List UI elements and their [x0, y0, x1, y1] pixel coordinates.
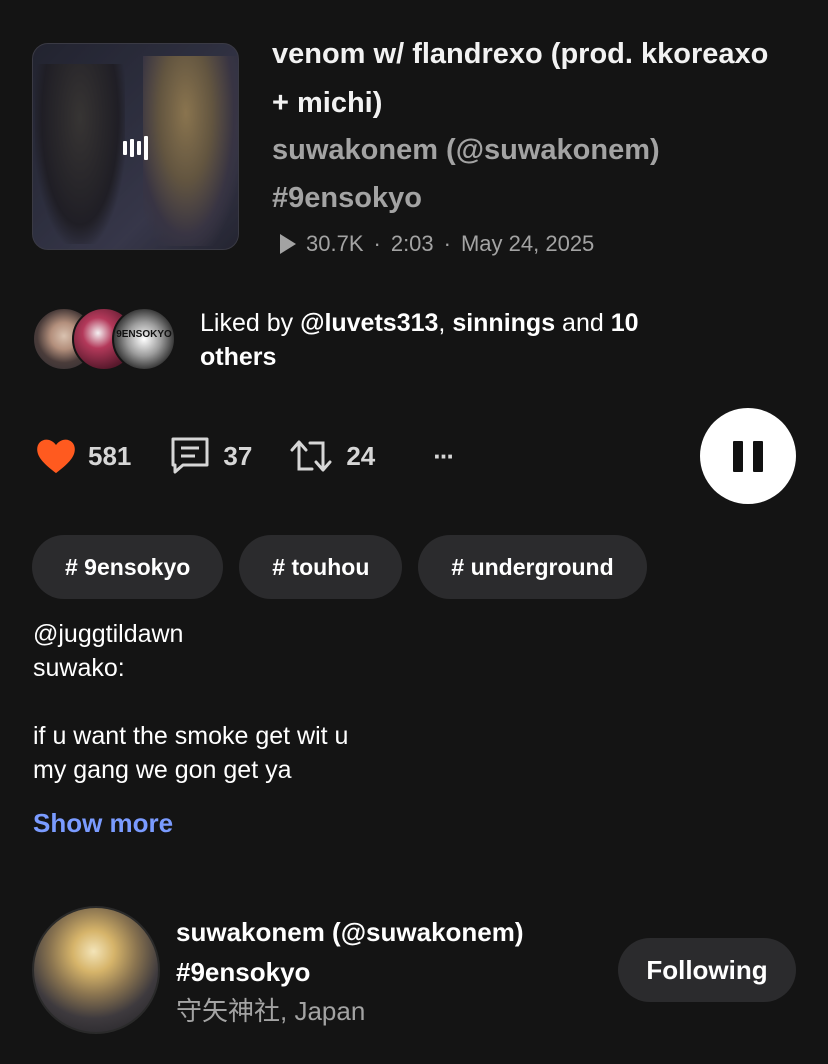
liked-by-comma: ,: [438, 309, 453, 337]
tag-list: # 9ensokyo # touhou # underground: [32, 535, 647, 599]
like-count: 581: [88, 440, 132, 471]
tag-chip-touhou[interactable]: # touhou: [239, 535, 403, 599]
like-button[interactable]: 581: [36, 438, 131, 474]
track-artist-link[interactable]: suwakonem (@suwakonem) #9ensokyo: [272, 126, 792, 222]
comment-count: 37: [223, 440, 253, 471]
artist-avatar[interactable]: [32, 906, 160, 1034]
play-count: 30.7K: [306, 231, 364, 256]
tag-chip-underground[interactable]: # underground: [418, 535, 647, 599]
meta-separator: ·: [373, 231, 381, 256]
pause-button[interactable]: [700, 408, 796, 504]
meta-separator: ·: [443, 231, 451, 256]
liked-by-count[interactable]: 10: [611, 309, 639, 337]
liked-by-user-link[interactable]: @luvets313: [300, 309, 438, 337]
track-meta: 30.7K · 2:03 · May 24, 2025: [280, 231, 594, 257]
comment-button[interactable]: 37: [169, 436, 252, 476]
track-description: @juggtildawn suwako: if u want the smoke…: [33, 617, 773, 787]
track-title: venom w/ flandrexo (prod. kkoreaxo + mic…: [272, 38, 769, 119]
liker-avatar[interactable]: 9ENSOKYO: [112, 307, 176, 371]
track-cover-art[interactable]: [32, 43, 239, 250]
pause-icon-bar: [733, 441, 743, 472]
description-line: if u want the smoke get wit u: [33, 722, 349, 750]
repost-icon: [290, 440, 332, 472]
now-playing-bars-icon: [123, 136, 148, 160]
liked-by-text[interactable]: Liked by @luvets313, sinnings and 10 othe…: [200, 306, 760, 374]
description-line: [33, 685, 773, 719]
profile-name[interactable]: suwakonem (@suwakonem): [176, 912, 524, 952]
repost-button[interactable]: 24: [288, 436, 375, 476]
liker-avatar-badge-text: 9ENSOKYO: [116, 329, 172, 340]
description-line: suwako:: [33, 654, 125, 682]
track-duration: 2:03: [390, 231, 434, 256]
liked-by-and: and: [555, 309, 611, 337]
description-line: my gang we gon get ya: [33, 756, 292, 784]
show-more-link[interactable]: Show more: [33, 808, 173, 839]
liked-by-others[interactable]: others: [200, 343, 276, 371]
profile-subtitle: #9ensokyo: [176, 957, 311, 987]
profile-location: 守矢神社, Japan: [176, 996, 366, 1026]
tag-chip-9ensokyo[interactable]: # 9ensokyo: [32, 535, 224, 599]
liked-by-user-link[interactable]: sinnings: [452, 309, 555, 337]
liker-avatars[interactable]: 9ENSOKYO: [32, 307, 182, 371]
pause-icon-bar: [753, 441, 763, 472]
following-button[interactable]: Following: [618, 938, 796, 1002]
play-count-icon: [280, 234, 296, 254]
repost-count: 24: [346, 440, 376, 471]
release-date: May 24, 2025: [460, 231, 595, 256]
description-line: @juggtildawn: [33, 620, 184, 648]
comment-icon: [171, 437, 209, 474]
more-options-icon[interactable]: ···: [433, 441, 455, 472]
heart-icon: [37, 439, 75, 474]
action-bar: 581 37 24 ···: [36, 434, 455, 478]
liked-by-prefix: Liked by: [200, 309, 301, 337]
